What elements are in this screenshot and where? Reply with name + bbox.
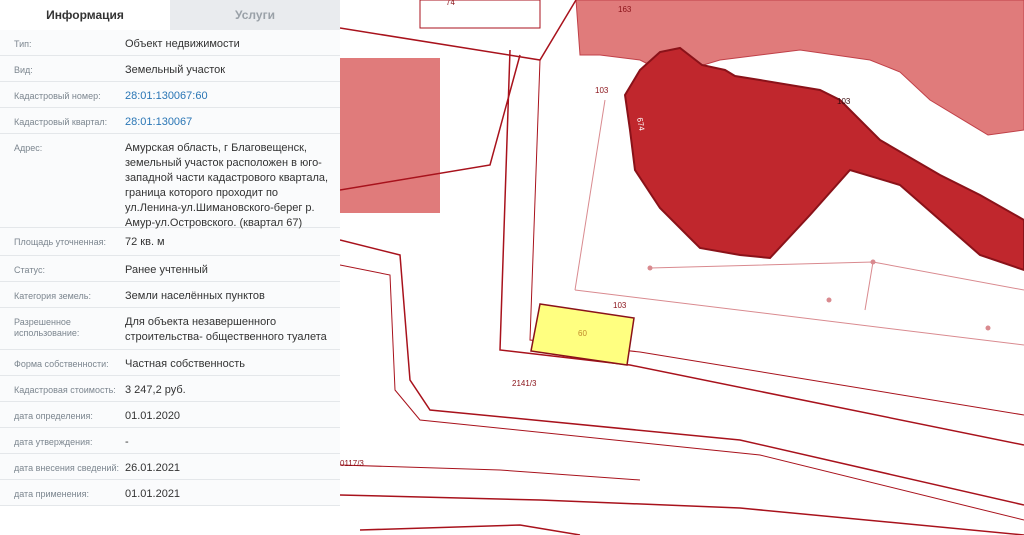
property-attributes: Тип: Объект недвижимости Вид: Земельный уча… bbox=[0, 30, 340, 506]
attribute-link[interactable]: 28:01:130067:60 bbox=[125, 89, 208, 102]
attribute-row: Разрешенное использование: Для объекта не… bbox=[0, 308, 340, 350]
attribute-label: Кадастровый квартал: bbox=[14, 117, 108, 127]
attribute-row: Категория земель: Земли населённых пункто… bbox=[0, 282, 340, 308]
vertex-point bbox=[870, 259, 876, 265]
attribute-row: Форма собственности: Частная собственност… bbox=[0, 350, 340, 376]
attribute-label: Тип: bbox=[14, 39, 32, 49]
attribute-label: Форма собственности: bbox=[14, 359, 109, 369]
attribute-value: Частная собственность bbox=[125, 358, 246, 370]
attribute-value: 26.01.2021 bbox=[125, 462, 181, 474]
attribute-value: Для объекта незавершенного строительства… bbox=[125, 316, 327, 343]
attribute-row: Площадь уточненная: 72 кв. м bbox=[0, 228, 340, 256]
attribute-row: Вид: Земельный участок bbox=[0, 56, 340, 82]
attribute-label: Вид: bbox=[14, 65, 33, 75]
attribute-label: Кадастровый номер: bbox=[14, 91, 101, 101]
attribute-row: дата применения: 01.01.2021 bbox=[0, 480, 340, 506]
attribute-value: 72 кв. м bbox=[125, 236, 165, 248]
map-canvas[interactable]: 74 163 103 103 103 674 60 2141/3 0117/3 bbox=[340, 0, 1024, 535]
attribute-value: Земли населённых пунктов bbox=[125, 290, 265, 302]
label-parcel-103-a: 103 bbox=[595, 86, 609, 95]
attribute-label: Кадастровая стоимость: bbox=[14, 385, 116, 395]
attribute-label: Категория земель: bbox=[14, 291, 91, 301]
vertex-point bbox=[647, 265, 653, 271]
attribute-row: дата определения: 01.01.2020 bbox=[0, 402, 340, 428]
attribute-label: дата применения: bbox=[14, 489, 90, 499]
attribute-value: 3 247,2 руб. bbox=[125, 384, 186, 396]
label-parcel-117-3: 0117/3 bbox=[340, 459, 364, 468]
attribute-label: дата утверждения: bbox=[14, 437, 93, 447]
attribute-label: дата внесения сведений: bbox=[14, 463, 119, 473]
attribute-value: Объект недвижимости bbox=[125, 38, 240, 50]
attribute-label: Адрес: bbox=[14, 143, 43, 153]
info-panel: Информация Услуги Тип: Объект недвижимост… bbox=[0, 0, 341, 535]
attribute-row: Кадастровый квартал: 28:01:130067 bbox=[0, 108, 340, 134]
label-parcel-2141-3: 2141/3 bbox=[512, 379, 537, 388]
tab-services[interactable]: Услуги bbox=[170, 0, 340, 30]
attribute-link[interactable]: 28:01:130067 bbox=[125, 115, 192, 128]
attribute-value: 01.01.2021 bbox=[125, 488, 181, 500]
attribute-row: Статус: Ранее учтенный bbox=[0, 256, 340, 282]
panel-tabs: Информация Услуги bbox=[0, 0, 340, 30]
attribute-row: Кадастровый номер: 28:01:130067:60 bbox=[0, 82, 340, 108]
parcel-74[interactable] bbox=[419, 0, 541, 29]
label-parcel-163: 163 bbox=[618, 5, 632, 14]
cadastral-map[interactable]: 74 163 103 103 103 674 60 2141/3 0117/3 bbox=[340, 0, 1024, 535]
tab-information[interactable]: Информация bbox=[0, 0, 170, 30]
attribute-value: 01.01.2020 bbox=[125, 410, 181, 422]
vertex-point bbox=[826, 297, 832, 303]
attribute-label: Площадь уточненная: bbox=[14, 237, 106, 247]
label-parcel-103-b: 103 bbox=[837, 97, 851, 106]
attribute-row: дата внесения сведений: 26.01.2021 bbox=[0, 454, 340, 480]
vertex-point bbox=[985, 325, 991, 331]
label-parcel-60: 60 bbox=[578, 329, 587, 338]
attribute-row: Тип: Объект недвижимости bbox=[0, 30, 340, 56]
attribute-value: Ранее учтенный bbox=[125, 264, 208, 276]
label-parcel-74: 74 bbox=[446, 0, 455, 7]
attribute-row: дата утверждения: - bbox=[0, 428, 340, 454]
attribute-row: Адрес: Амурская область, г Благовещенск, … bbox=[0, 134, 340, 229]
attribute-label: Разрешенное использование: bbox=[14, 317, 80, 338]
attribute-value: Земельный участок bbox=[125, 64, 226, 76]
attribute-value: - bbox=[125, 436, 129, 448]
building-light-left bbox=[340, 58, 440, 213]
attribute-row: Кадастровая стоимость: 3 247,2 руб. bbox=[0, 376, 340, 402]
attribute-value: Амурская область, г Благовещенск, земель… bbox=[125, 142, 329, 229]
label-parcel-103-c: 103 bbox=[613, 301, 627, 310]
attribute-label: Статус: bbox=[14, 265, 45, 275]
attribute-label: дата определения: bbox=[14, 411, 93, 421]
